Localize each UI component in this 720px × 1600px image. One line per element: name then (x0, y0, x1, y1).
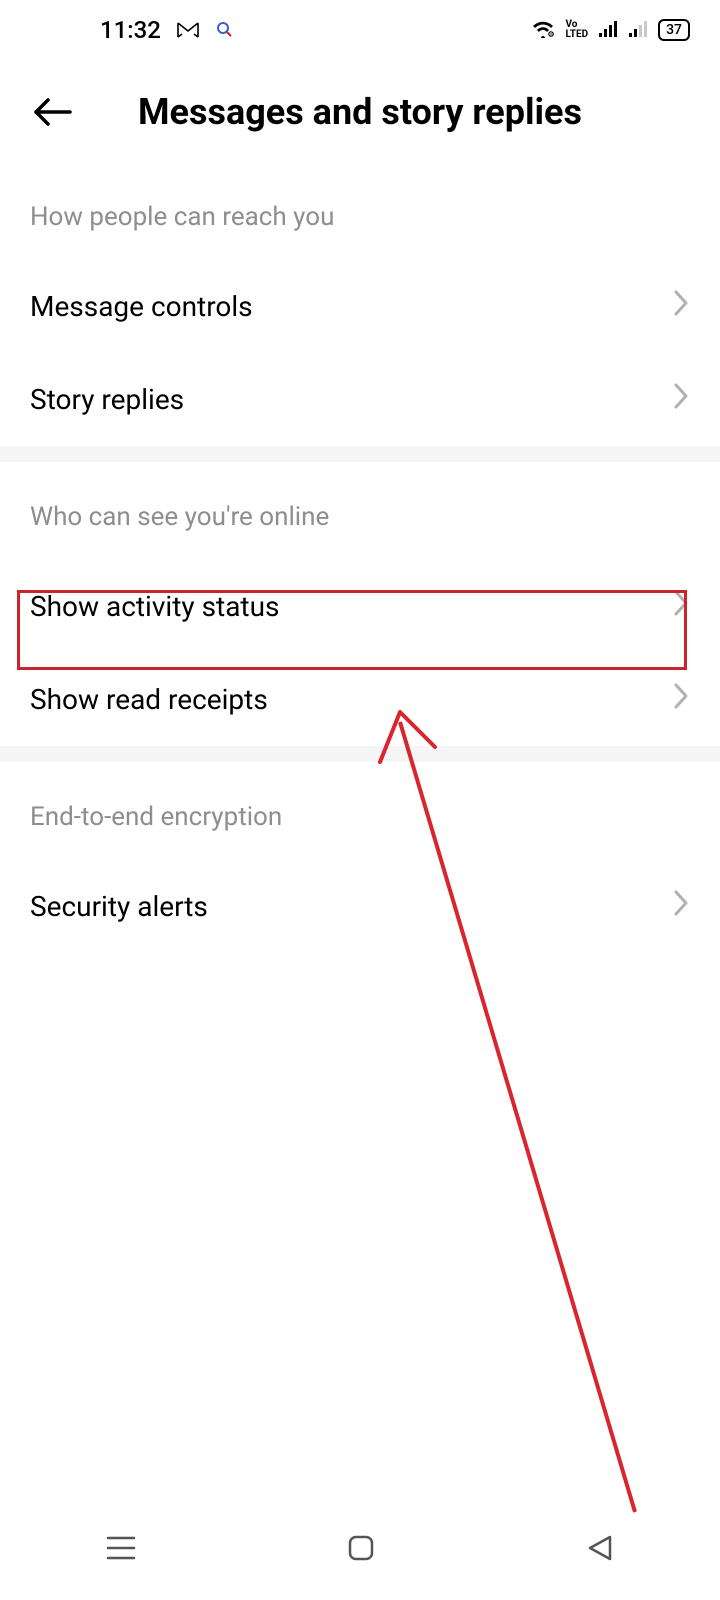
battery-icon: 37 (658, 19, 690, 41)
item-label: Show activity status (30, 590, 279, 623)
page-header: Messages and story replies (0, 60, 720, 174)
chevron-right-icon (672, 288, 690, 325)
status-time: 11:32 (100, 16, 161, 44)
item-story-replies[interactable]: Story replies (0, 353, 720, 446)
section-header-online: Who can see you're online (0, 462, 720, 560)
app-icon (215, 16, 233, 44)
gmail-icon (177, 16, 199, 44)
item-label: Show read receipts (30, 683, 268, 716)
status-bar: 11:32 Vo LTED 37 (0, 0, 720, 60)
item-label: Security alerts (30, 890, 208, 923)
item-read-receipts[interactable]: Show read receipts (0, 653, 720, 746)
section-header-encryption: End-to-end encryption (0, 762, 720, 860)
volte-icon: Vo LTED (565, 20, 588, 40)
item-activity-status[interactable]: Show activity status (0, 560, 720, 653)
soft-nav-bar (0, 1520, 720, 1580)
signal-icon-2 (628, 16, 648, 44)
signal-icon-1 (598, 16, 618, 44)
chevron-right-icon (672, 381, 690, 418)
wifi-icon (531, 16, 555, 44)
item-label: Message controls (30, 290, 253, 323)
divider (0, 746, 720, 762)
section-header-reach: How people can reach you (0, 174, 720, 260)
status-left: 11:32 (30, 16, 233, 44)
item-security-alerts[interactable]: Security alerts (0, 860, 720, 953)
page-title: Messages and story replies (30, 91, 690, 133)
item-label: Story replies (30, 383, 184, 416)
nav-back-icon[interactable] (586, 1534, 614, 1566)
status-right: Vo LTED 37 (531, 16, 690, 44)
nav-recent-icon[interactable] (106, 1535, 136, 1565)
divider (0, 446, 720, 462)
chevron-right-icon (672, 588, 690, 625)
chevron-right-icon (672, 888, 690, 925)
chevron-right-icon (672, 681, 690, 718)
nav-home-icon[interactable] (347, 1534, 375, 1566)
item-message-controls[interactable]: Message controls (0, 260, 720, 353)
